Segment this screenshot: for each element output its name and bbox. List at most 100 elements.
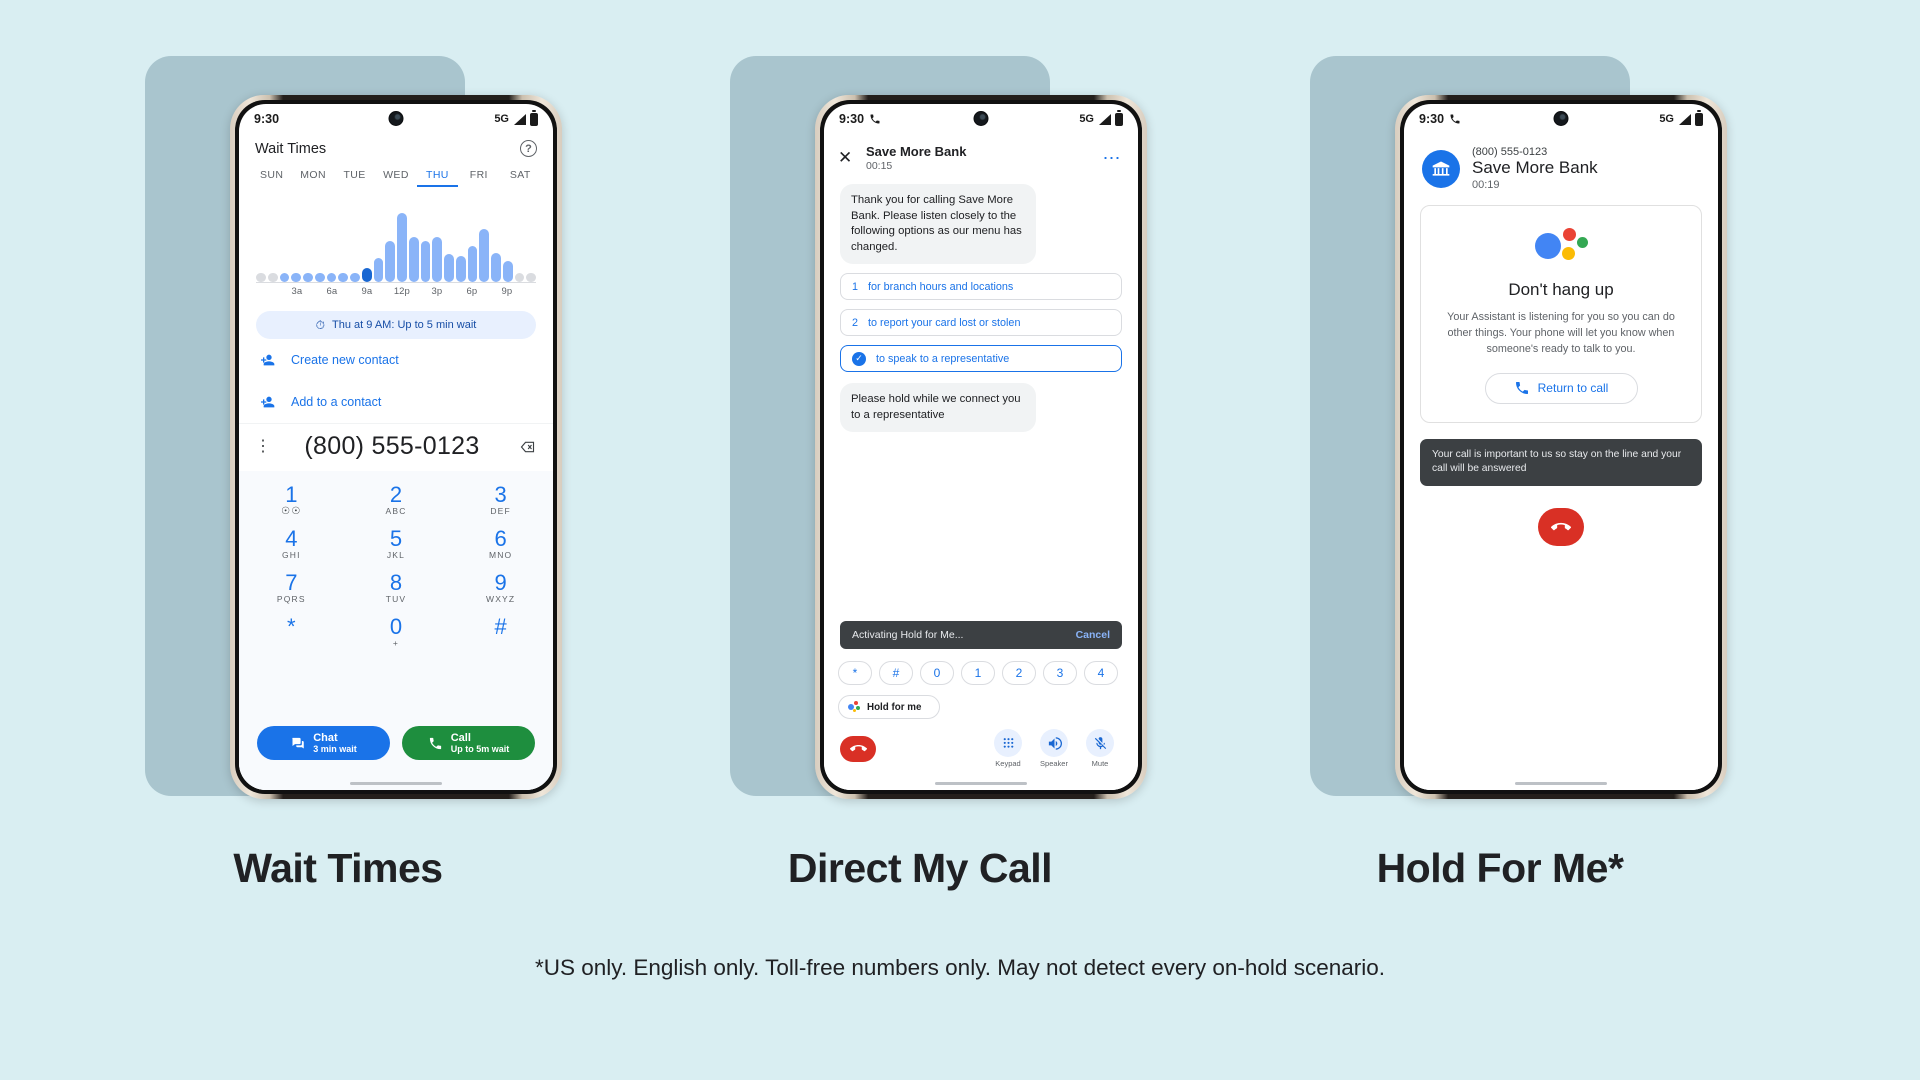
poster-stage: 9:30 5G Wait Times ? SUN MON TUE WED THU…: [0, 0, 1920, 1080]
call-in-progress-icon: [870, 114, 880, 124]
status-right: 5G: [1659, 110, 1703, 126]
dialpad-key-0[interactable]: 0 +: [344, 609, 449, 653]
front-camera-icon: [388, 111, 404, 126]
day-tab-thu[interactable]: THU: [416, 169, 459, 187]
network-label: 5G: [1079, 113, 1094, 125]
dialpad-key-6[interactable]: 6 MNO: [448, 521, 553, 565]
dialpad-key-8[interactable]: 8 TUV: [344, 565, 449, 609]
dialpad-key-star[interactable]: *: [239, 609, 344, 653]
keypad-chip-2[interactable]: 2: [1002, 661, 1036, 685]
speaker-label: Speaker: [1040, 759, 1068, 768]
dialpad-key-digit: 1: [285, 482, 298, 507]
phone-screen: 9:30 5G Wait Times ? SUN MON TUE WED THU…: [239, 104, 553, 790]
chart-bar: [444, 253, 454, 282]
bank-icon: [1422, 149, 1460, 188]
ivr-option-2[interactable]: 2 to report your card lost or stolen: [840, 309, 1122, 337]
dialpad-key-5[interactable]: 5 JKL: [344, 521, 449, 565]
dialpad-key-hash[interactable]: #: [448, 609, 553, 653]
call-header: ✕ Save More Bank 00:15 ⋯: [824, 134, 1138, 180]
dialpad-key-4[interactable]: 4 GHI: [239, 521, 344, 565]
google-assistant-icon: [848, 701, 860, 713]
dialpad-key-3[interactable]: 3 DEF: [448, 477, 553, 521]
day-tab-sat[interactable]: SAT: [500, 169, 541, 187]
chart-bar: [408, 237, 419, 282]
google-assistant-icon: [1533, 228, 1589, 268]
person-add-icon: [259, 352, 275, 368]
call-header-text: (800) 555-0123 Save More Bank 00:19: [1472, 146, 1598, 191]
hold-for-me-body: (800) 555-0123 Save More Bank 00:19 Don'…: [1404, 134, 1718, 790]
dialpad-key-digit: 5: [389, 526, 403, 552]
close-icon[interactable]: ✕: [838, 148, 860, 168]
signal-icon: [1098, 113, 1111, 125]
chat-button[interactable]: Chat 3 min wait: [257, 726, 390, 760]
keypad-chip-4[interactable]: 4: [1084, 661, 1118, 685]
kebab-menu-icon[interactable]: ⋮: [255, 439, 271, 454]
more-options-icon[interactable]: ⋯: [1103, 149, 1123, 167]
keypad-control[interactable]: Keypad: [994, 729, 1022, 768]
dialed-number[interactable]: (800) 555-0123: [269, 432, 515, 461]
keypad-chip-hash[interactable]: #: [879, 661, 913, 685]
keypad-chip-0[interactable]: 0: [920, 661, 954, 685]
battery-icon: [530, 110, 538, 126]
dialpad-key-2[interactable]: 2 ABC: [344, 477, 449, 521]
speaker-control[interactable]: Speaker: [1040, 729, 1068, 768]
ivr-option-label: to speak to a representative: [876, 352, 1010, 365]
dialpad-key-digit: 6: [494, 526, 507, 552]
end-call-icon[interactable]: [840, 735, 876, 762]
call-button[interactable]: Call Up to 5m wait: [402, 726, 535, 760]
chart-bar: [420, 240, 431, 282]
dialpad: 1 ☉☉ 2 ABC 3 DEF 4 GHI 5 JKL 6 MNO 7 PQRS 8 TUV 9 WXYZ * 0 +…: [239, 471, 553, 720]
phone-screen: 9:30 5G ✕ Save More Bank 00:15 ⋯ Thank y…: [824, 104, 1138, 790]
dialpad-key-9[interactable]: 9 WXYZ: [448, 565, 553, 609]
toast-cancel-button[interactable]: Cancel: [1076, 629, 1110, 641]
card-body: Your Assistant is listening for you so y…: [1447, 311, 1675, 356]
keypad-chip-1[interactable]: 1: [961, 661, 995, 685]
dialpad-key-letters: GHI: [281, 550, 301, 561]
chart-bar: [267, 273, 278, 282]
return-to-call-button[interactable]: Return to call: [1484, 372, 1638, 404]
hold-message-bubble: Please hold while we connect you to a re…: [840, 383, 1036, 433]
keypad-chip-3[interactable]: 3: [1043, 661, 1077, 685]
dialpad-key-letters: [448, 638, 553, 649]
call-header: (800) 555-0123 Save More Bank 00:19: [1404, 140, 1718, 191]
dialpad-key-letters: ABC: [385, 506, 407, 517]
mute-label: Mute: [1091, 759, 1109, 768]
dialpad-key-digit: 8: [389, 570, 403, 596]
keypad-chip-star[interactable]: *: [838, 661, 872, 685]
day-tab-tue[interactable]: TUE: [334, 169, 375, 187]
ivr-option-3[interactable]: ✓ to speak to a representative: [840, 345, 1122, 373]
status-right: 5G: [494, 110, 538, 126]
signal-icon: [513, 113, 526, 125]
chart-hour-label: 12p: [393, 286, 410, 297]
dialpad-key-digit: 2: [389, 482, 403, 507]
caller-number: (800) 555-0123: [1472, 146, 1548, 158]
day-tab-sun[interactable]: SUN: [251, 169, 292, 187]
chart-bar: [455, 256, 466, 282]
chart-bar: [314, 273, 325, 282]
call-controls: Keypad Speaker Mute: [824, 719, 1138, 776]
backspace-icon[interactable]: [515, 439, 537, 455]
ivr-option-number: 1: [852, 280, 859, 293]
caption-wait-times: Wait Times: [233, 845, 443, 891]
add-to-contact-row[interactable]: Add to a contact: [239, 381, 553, 423]
dialpad-key-1[interactable]: 1 ☉☉: [239, 477, 344, 521]
end-call-icon[interactable]: [1538, 508, 1584, 547]
phone-frame: 9:30 5G Wait Times ? SUN MON TUE WED THU…: [230, 95, 562, 799]
chat-button-title: Chat: [313, 731, 338, 744]
day-tab-mon[interactable]: MON: [292, 169, 333, 187]
ivr-option-1[interactable]: 1 for branch hours and locations: [840, 273, 1122, 301]
status-time: 9:30: [839, 112, 865, 126]
day-tab-fri[interactable]: FRI: [458, 169, 499, 187]
dialpad-key-digit: 0: [389, 614, 403, 640]
status-left: 9:30: [254, 112, 279, 126]
dialpad-key-letters: MNO: [488, 550, 513, 561]
hold-for-me-chip[interactable]: Hold for me: [838, 695, 940, 719]
mute-control[interactable]: Mute: [1086, 729, 1114, 768]
chart-hour-label: 6p: [466, 286, 478, 297]
day-tab-wed[interactable]: WED: [375, 169, 416, 187]
chart-bar: [373, 257, 384, 282]
chat-icon: [292, 737, 304, 748]
help-icon[interactable]: ?: [520, 140, 537, 157]
dialpad-key-7[interactable]: 7 PQRS: [239, 565, 344, 609]
create-new-contact-row[interactable]: Create new contact: [239, 339, 553, 381]
